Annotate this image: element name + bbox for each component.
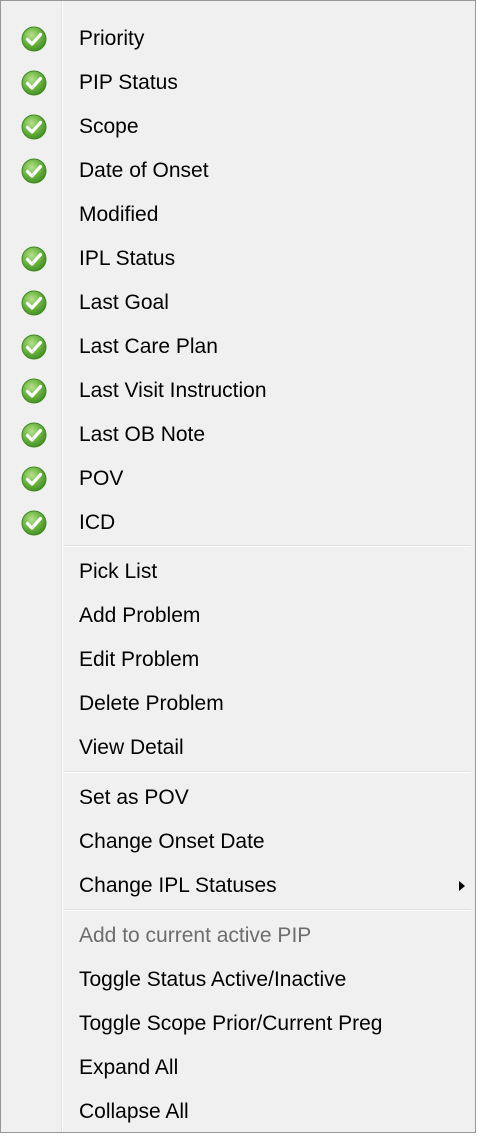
- menu-item-label: Add to current active PIP: [79, 924, 312, 947]
- menu-item-edit-problem[interactable]: Edit Problem: [1, 638, 475, 682]
- menu-item-label: Scope: [79, 115, 139, 138]
- menu-item-pick-list[interactable]: Pick List: [1, 550, 475, 594]
- check-icon: [21, 158, 47, 184]
- menu-item-toggle-status[interactable]: Toggle Status Active/Inactive: [1, 958, 475, 1002]
- problem-action-group: Pick List Add Problem Edit Problem Delet…: [1, 550, 475, 770]
- menu-separator: [64, 545, 471, 547]
- menu-item-label: Delete Problem: [79, 692, 224, 715]
- menu-separator: [64, 909, 471, 911]
- menu-item-label: Priority: [79, 27, 145, 50]
- menu-item-set-as-pov[interactable]: Set as POV: [1, 776, 475, 820]
- menu-item-label: IPL Status: [79, 247, 176, 270]
- check-icon: [21, 422, 47, 448]
- menu-item-label: Expand All: [79, 1056, 179, 1079]
- menu-item-label: Last Visit Instruction: [79, 379, 267, 402]
- other-action-group: Add to current active PIP Toggle Status …: [1, 914, 475, 1132]
- menu-item-delete-problem[interactable]: Delete Problem: [1, 682, 475, 726]
- menu-item-label: Date of Onset: [79, 159, 209, 182]
- menu-item-label: View Detail: [79, 736, 184, 759]
- context-menu: Priority PIP Status Scope Date of Onset …: [0, 0, 476, 1133]
- menu-item-label: Last OB Note: [79, 423, 206, 446]
- check-icon: [21, 290, 47, 316]
- check-icon-hidden: [21, 202, 47, 228]
- check-icon: [21, 378, 47, 404]
- menu-item-add-to-current-active-pip: Add to current active PIP: [1, 914, 475, 958]
- menu-item-label: Change Onset Date: [79, 830, 265, 853]
- menu-item-toggle-scope[interactable]: Toggle Scope Prior/Current Preg: [1, 1002, 475, 1046]
- menu-item-label: Last Care Plan: [79, 335, 218, 358]
- menu-item-label: Toggle Status Active/Inactive: [79, 968, 347, 991]
- menu-item-label: Add Problem: [79, 604, 201, 627]
- menu-item-scope[interactable]: Scope: [1, 105, 475, 149]
- check-icon: [21, 114, 47, 140]
- menu-item-collapse-all[interactable]: Collapse All: [1, 1090, 475, 1132]
- check-icon: [21, 26, 47, 52]
- menu-item-change-ipl-statuses[interactable]: Change IPL Statuses: [1, 864, 475, 908]
- menu-item-expand-all[interactable]: Expand All: [1, 1046, 475, 1090]
- check-icon: [21, 510, 47, 536]
- menu-item-pov[interactable]: POV: [1, 457, 475, 501]
- menu-item-label: ICD: [79, 511, 116, 534]
- menu-separator: [64, 771, 471, 773]
- menu-item-label: Change IPL Statuses: [79, 874, 277, 897]
- menu-item-add-problem[interactable]: Add Problem: [1, 594, 475, 638]
- check-icon: [21, 334, 47, 360]
- check-icon: [21, 246, 47, 272]
- menu-item-label: PIP Status: [79, 71, 178, 94]
- menu-item-last-ob-note[interactable]: Last OB Note: [1, 413, 475, 457]
- menu-item-modified[interactable]: Modified: [1, 193, 475, 237]
- menu-item-change-onset-date[interactable]: Change Onset Date: [1, 820, 475, 864]
- menu-item-label: POV: [79, 467, 124, 490]
- check-icon: [21, 70, 47, 96]
- menu-item-label: Edit Problem: [79, 648, 200, 671]
- status-action-group: Set as POV Change Onset Date Change IPL …: [1, 776, 475, 908]
- menu-item-icd[interactable]: ICD: [1, 501, 475, 545]
- menu-item-date-of-onset[interactable]: Date of Onset: [1, 149, 475, 193]
- menu-item-last-goal[interactable]: Last Goal: [1, 281, 475, 325]
- menu-item-label: Modified: [79, 203, 159, 226]
- menu-item-pip-status[interactable]: PIP Status: [1, 61, 475, 105]
- menu-item-label: Collapse All: [79, 1100, 189, 1123]
- check-icon: [21, 466, 47, 492]
- menu-item-label: Set as POV: [79, 786, 189, 809]
- menu-item-label: Pick List: [79, 560, 158, 583]
- menu-item-last-care-plan[interactable]: Last Care Plan: [1, 325, 475, 369]
- menu-item-priority[interactable]: Priority: [1, 17, 475, 61]
- menu-item-ipl-status[interactable]: IPL Status: [1, 237, 475, 281]
- menu-item-last-visit-instruction[interactable]: Last Visit Instruction: [1, 369, 475, 413]
- submenu-arrow-icon: [459, 881, 465, 891]
- column-toggle-group: Priority PIP Status Scope Date of Onset …: [1, 17, 475, 545]
- menu-item-label: Last Goal: [79, 291, 169, 314]
- menu-item-label: Toggle Scope Prior/Current Preg: [79, 1012, 383, 1035]
- menu-item-view-detail[interactable]: View Detail: [1, 726, 475, 770]
